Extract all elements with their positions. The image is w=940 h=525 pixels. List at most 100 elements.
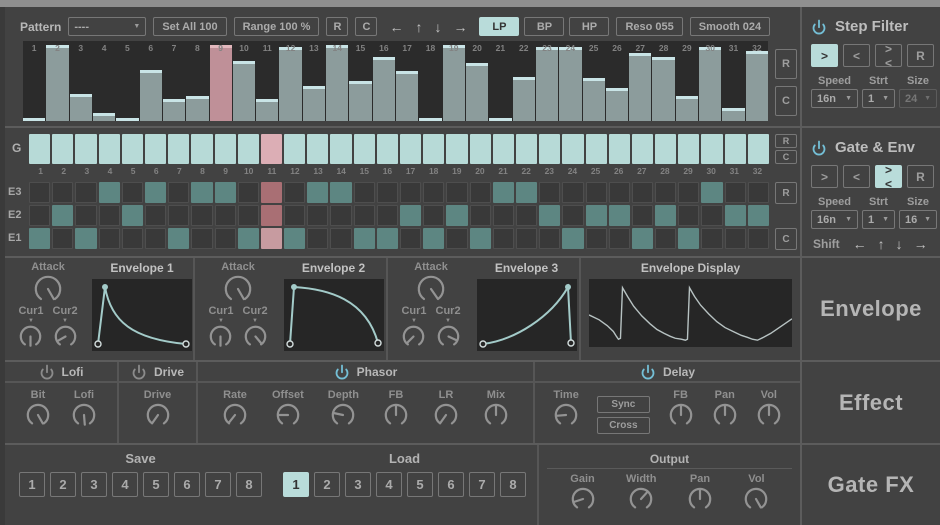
mode-button-R[interactable]: R bbox=[907, 165, 934, 188]
e3-cell-27[interactable] bbox=[632, 182, 653, 203]
e1-cell-25[interactable] bbox=[586, 228, 607, 249]
step-bar-10[interactable]: 10 bbox=[233, 41, 255, 121]
gate-cell-28[interactable] bbox=[655, 134, 676, 164]
step-bar-1[interactable]: 1 bbox=[23, 41, 45, 121]
mode-button-<[interactable]: < bbox=[843, 44, 870, 67]
e3-cell-26[interactable] bbox=[609, 182, 630, 203]
step-bar-5[interactable]: 5 bbox=[116, 41, 138, 121]
gate-cell-4[interactable] bbox=[99, 134, 120, 164]
lr-knob[interactable]: LR bbox=[433, 389, 459, 428]
gate-cell-20[interactable] bbox=[470, 134, 491, 164]
step-bar-11[interactable]: 11 bbox=[256, 41, 278, 121]
envelope-2-cur1-knob[interactable]: Cur1▼ bbox=[208, 305, 233, 349]
step-bar-12[interactable]: 12 bbox=[279, 41, 301, 121]
set-all-button[interactable]: Set All 100 bbox=[153, 17, 226, 36]
width-knob[interactable]: Width bbox=[626, 473, 656, 512]
e1-cell-9[interactable] bbox=[215, 228, 236, 249]
step-bar-15[interactable]: 15 bbox=[349, 41, 371, 121]
resonance-button[interactable]: Reso 055 bbox=[616, 17, 682, 36]
e1-cell-24[interactable] bbox=[562, 228, 583, 249]
bit-knob[interactable]: Bit bbox=[25, 389, 51, 428]
e2-cell-30[interactable] bbox=[701, 205, 722, 226]
step-bar-8[interactable]: 8 bbox=[186, 41, 208, 121]
phasor-power-icon[interactable] bbox=[334, 364, 350, 380]
mode-button-R[interactable]: R bbox=[907, 44, 934, 67]
step-bar-24[interactable]: 24 bbox=[559, 41, 581, 121]
e2-cell-9[interactable] bbox=[215, 205, 236, 226]
e2-cell-10[interactable] bbox=[238, 205, 259, 226]
e3-cell-15[interactable] bbox=[354, 182, 375, 203]
size-dropdown[interactable]: 24▼ bbox=[899, 89, 937, 108]
mode-button-<[interactable]: < bbox=[843, 165, 870, 188]
e2-cell-27[interactable] bbox=[632, 205, 653, 226]
step-bar-26[interactable]: 26 bbox=[606, 41, 628, 121]
gate-cell-25[interactable] bbox=[586, 134, 607, 164]
filter-lp-button[interactable]: LP bbox=[479, 17, 519, 36]
e2-cell-12[interactable] bbox=[284, 205, 305, 226]
save-slot-6-button[interactable]: 6 bbox=[174, 472, 200, 497]
e2-cell-3[interactable] bbox=[75, 205, 96, 226]
rate-knob[interactable]: Rate bbox=[222, 389, 248, 428]
step-bar-21[interactable]: 21 bbox=[489, 41, 511, 121]
e1-cell-8[interactable] bbox=[191, 228, 212, 249]
drive-power-icon[interactable] bbox=[131, 364, 147, 380]
step-bar-18[interactable]: 18 bbox=[419, 41, 441, 121]
pattern-dropdown[interactable]: ---- ▼ bbox=[68, 17, 146, 36]
e2-cell-29[interactable] bbox=[678, 205, 699, 226]
filter-hp-button[interactable]: HP bbox=[569, 17, 609, 36]
arrow-button[interactable]: ↓ bbox=[434, 20, 441, 34]
e3-cell-3[interactable] bbox=[75, 182, 96, 203]
e2-cell-11[interactable] bbox=[261, 205, 282, 226]
lofi-knob[interactable]: Lofi bbox=[71, 389, 97, 428]
e1-cell-6[interactable] bbox=[145, 228, 166, 249]
step-bar-30[interactable]: 30 bbox=[699, 41, 721, 121]
e1-cell-28[interactable] bbox=[655, 228, 676, 249]
e3-cell-8[interactable] bbox=[191, 182, 212, 203]
gate-clear-button[interactable]: C bbox=[775, 150, 797, 164]
e1-cell-18[interactable] bbox=[423, 228, 444, 249]
speed-dropdown[interactable]: 16n▼ bbox=[811, 210, 858, 229]
gate-cell-2[interactable] bbox=[52, 134, 73, 164]
e1-cell-30[interactable] bbox=[701, 228, 722, 249]
e3-cell-19[interactable] bbox=[446, 182, 467, 203]
gate-cell-29[interactable] bbox=[678, 134, 699, 164]
e1-cell-10[interactable] bbox=[238, 228, 259, 249]
e2-cell-21[interactable] bbox=[493, 205, 514, 226]
e2-cell-16[interactable] bbox=[377, 205, 398, 226]
mode-button-><[interactable]: >< bbox=[875, 165, 902, 188]
e2-cell-32[interactable] bbox=[748, 205, 769, 226]
gate-cell-12[interactable] bbox=[284, 134, 305, 164]
e2-cell-25[interactable] bbox=[586, 205, 607, 226]
speed-dropdown[interactable]: 16n▼ bbox=[811, 89, 858, 108]
load-slot-1-button[interactable]: 1 bbox=[283, 472, 309, 497]
depth-knob[interactable]: Depth bbox=[328, 389, 359, 428]
e3-cell-24[interactable] bbox=[562, 182, 583, 203]
arrow-button[interactable]: → bbox=[914, 237, 928, 251]
e3-cell-9[interactable] bbox=[215, 182, 236, 203]
e3-cell-28[interactable] bbox=[655, 182, 676, 203]
lofi-power-icon[interactable] bbox=[39, 364, 55, 380]
arrow-button[interactable]: ← bbox=[389, 20, 403, 34]
strt-dropdown[interactable]: 1▼ bbox=[862, 210, 895, 229]
gate-cell-21[interactable] bbox=[493, 134, 514, 164]
delay-fb-knob[interactable]: FB bbox=[668, 389, 694, 428]
load-slot-7-button[interactable]: 7 bbox=[469, 472, 495, 497]
save-slot-8-button[interactable]: 8 bbox=[236, 472, 262, 497]
gate-cell-14[interactable] bbox=[330, 134, 351, 164]
vol-knob[interactable]: Vol bbox=[743, 473, 769, 512]
drive-knob[interactable]: Drive bbox=[144, 389, 172, 428]
load-slot-6-button[interactable]: 6 bbox=[438, 472, 464, 497]
gate-cell-23[interactable] bbox=[539, 134, 560, 164]
env-rows-randomize-button[interactable]: R bbox=[775, 182, 797, 204]
step-bar-22[interactable]: 22 bbox=[513, 41, 535, 121]
step-bar-32[interactable]: 32 bbox=[746, 41, 768, 121]
gate-cell-16[interactable] bbox=[377, 134, 398, 164]
e2-cell-31[interactable] bbox=[725, 205, 746, 226]
envelope-3-cur2-knob[interactable]: Cur2▼ bbox=[436, 305, 461, 349]
arrow-button[interactable]: ↑ bbox=[415, 20, 422, 34]
e1-cell-4[interactable] bbox=[99, 228, 120, 249]
e3-cell-10[interactable] bbox=[238, 182, 259, 203]
step-bar-23[interactable]: 23 bbox=[536, 41, 558, 121]
load-slot-2-button[interactable]: 2 bbox=[314, 472, 340, 497]
envelope-3-cur1-knob[interactable]: Cur1▼ bbox=[401, 305, 426, 349]
